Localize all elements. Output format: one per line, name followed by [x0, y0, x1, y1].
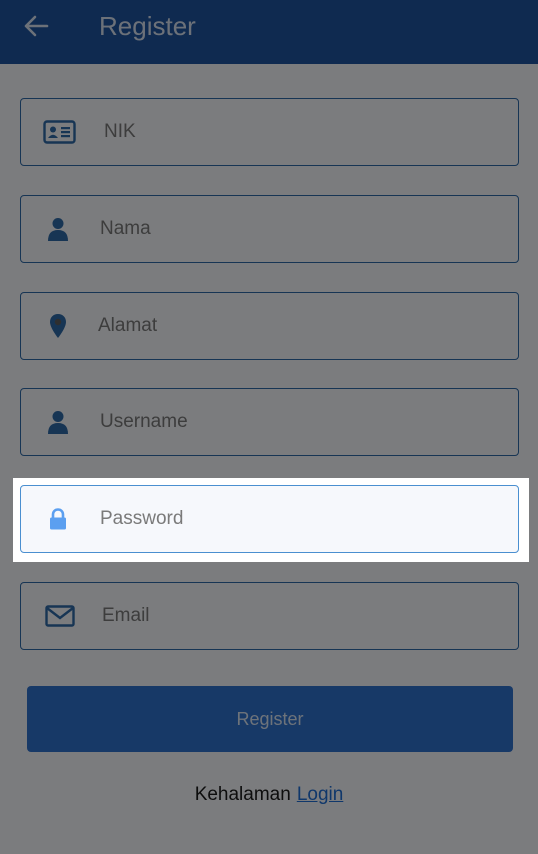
- map-marker-icon: [49, 313, 67, 339]
- email-field[interactable]: [20, 582, 519, 650]
- alamat-input[interactable]: [98, 293, 506, 359]
- nama-input[interactable]: [100, 196, 506, 262]
- nik-field[interactable]: [20, 98, 519, 166]
- register-button[interactable]: Register: [27, 686, 513, 752]
- email-input[interactable]: [102, 583, 506, 649]
- login-prompt-text: Kehalaman: [194, 784, 291, 805]
- login-link[interactable]: Login: [297, 784, 344, 805]
- page-title: Register: [99, 11, 196, 41]
- lock-icon: [49, 508, 67, 530]
- envelope-icon: [45, 605, 75, 627]
- app-bar: Register: [0, 0, 538, 64]
- username-field[interactable]: [20, 388, 519, 456]
- user-icon: [47, 217, 69, 241]
- password-field[interactable]: [20, 485, 519, 553]
- id-card-icon: [43, 120, 76, 144]
- alamat-field[interactable]: [20, 292, 519, 360]
- user-icon: [47, 410, 69, 434]
- login-prompt: Kehalaman Login: [0, 784, 538, 806]
- arrow-left-icon: [24, 15, 49, 37]
- back-button[interactable]: [22, 12, 50, 40]
- nama-field[interactable]: [20, 195, 519, 263]
- username-input[interactable]: [100, 389, 506, 455]
- password-input[interactable]: [100, 486, 506, 552]
- nik-input[interactable]: [104, 99, 506, 165]
